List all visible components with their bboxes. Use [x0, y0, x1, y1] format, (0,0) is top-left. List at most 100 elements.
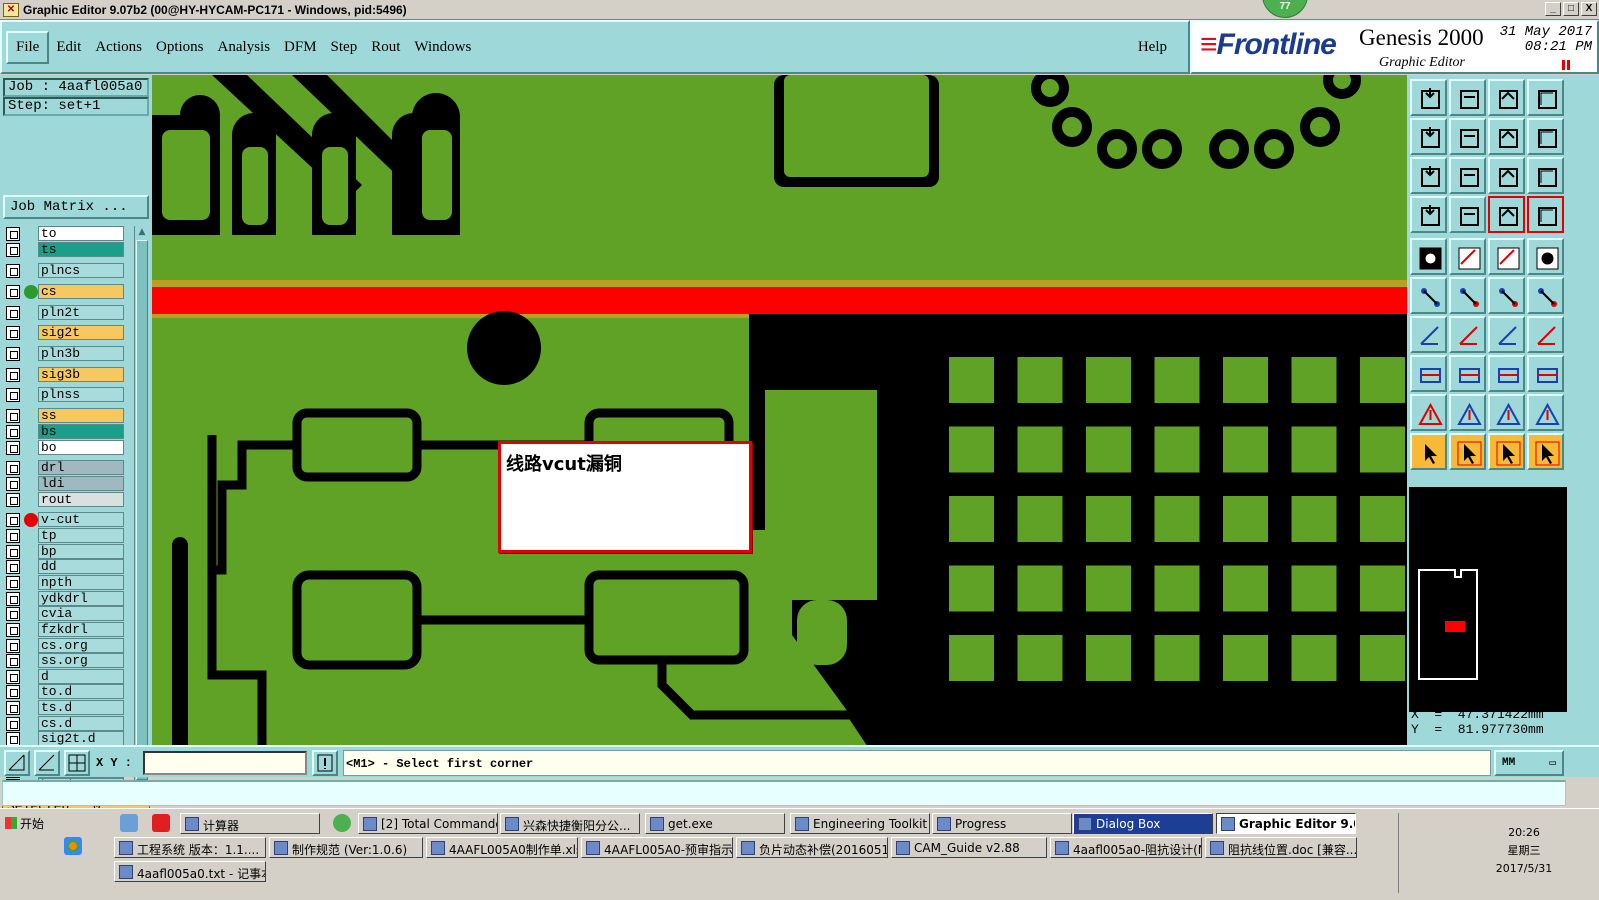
layer-checkbox[interactable] [6, 367, 20, 382]
layer-row-plncs[interactable]: plncs [4, 263, 124, 278]
layer-name[interactable]: drl [38, 460, 124, 475]
menu-step[interactable]: Step [324, 39, 365, 56]
ql-pdf-icon[interactable] [152, 814, 170, 832]
layer-row-bp[interactable]: bp [4, 544, 124, 559]
layer-name[interactable]: bp [38, 544, 124, 559]
layer-name[interactable]: sig3b [38, 367, 124, 382]
layer-row-cs.org[interactable]: cs.org [4, 638, 124, 653]
taskbar-button[interactable]: Graphic Editor 9.07... [1216, 813, 1356, 834]
point2-icon[interactable] [1527, 277, 1564, 314]
point-icon[interactable] [1488, 277, 1525, 314]
select-arrow-icon[interactable] [1410, 433, 1447, 470]
pad-icon[interactable] [1410, 355, 1447, 392]
taskbar-button[interactable]: 4aafl005a0.txt - 记事本 [114, 861, 266, 882]
layer-name[interactable]: d [38, 669, 124, 684]
measure-icon[interactable] [1527, 316, 1564, 353]
menu-file[interactable]: File [6, 30, 50, 64]
taskbar-button[interactable]: 阻抗线位置.doc [兼容... [1205, 837, 1357, 858]
start-button[interactable]: 开始 [2, 812, 58, 834]
probe-icon[interactable] [1449, 196, 1486, 233]
select-drag-icon[interactable] [1527, 433, 1564, 470]
taskbar-button[interactable]: get.exe [645, 813, 785, 834]
layer-row-ldi[interactable]: ldi [4, 476, 124, 491]
taskbar-button[interactable]: 兴森快捷衡阳分公... [500, 813, 640, 834]
layer-name[interactable]: npth [38, 575, 124, 590]
pcb-view[interactable] [152, 75, 1407, 745]
layer-checkbox[interactable] [6, 700, 20, 715]
layer-name[interactable]: dd [38, 559, 124, 574]
taskbar-button[interactable]: 4AAFL005A0-预审指示.... [581, 837, 733, 858]
layer-checkbox[interactable] [6, 346, 20, 361]
layer-name[interactable]: plncs [38, 263, 124, 278]
layer-row-to.d[interactable]: to.d [4, 684, 124, 699]
layer-row-tp[interactable]: tp [4, 528, 124, 543]
layer-row-ts[interactable]: ts [4, 242, 124, 257]
taskbar-button[interactable]: 4AAFL005A0制作单.xls ... [426, 837, 578, 858]
cross-icon[interactable] [1449, 277, 1486, 314]
graphic-canvas[interactable]: 线路vcut漏铜 [152, 75, 1407, 745]
layer-checkbox[interactable] [6, 622, 20, 637]
ql-network-icon[interactable] [120, 814, 138, 832]
layer-checkbox[interactable] [6, 305, 20, 320]
layer-row-bs[interactable]: bs [4, 424, 124, 439]
minimize-button[interactable]: _ [1545, 2, 1561, 16]
layer-checkbox[interactable] [6, 716, 20, 731]
fit-icon[interactable] [1527, 79, 1564, 116]
layer-row-cs[interactable]: cs [4, 284, 124, 299]
arc-icon[interactable] [1488, 316, 1525, 353]
layer-name[interactable]: to.d [38, 684, 124, 699]
layer-checkbox[interactable] [6, 226, 20, 241]
triangle3-icon[interactable] [1488, 394, 1525, 431]
tray-clock[interactable]: 20:26 星期三 2017/5/31 [1494, 826, 1554, 876]
ql-ie-icon[interactable] [333, 814, 351, 832]
layer-name[interactable]: ts.d [38, 700, 124, 715]
menu-actions[interactable]: Actions [88, 39, 149, 56]
layer-checkbox[interactable] [6, 684, 20, 699]
layer-name[interactable]: cs.org [38, 638, 124, 653]
menu-rout[interactable]: Rout [364, 39, 407, 56]
close-button[interactable]: X [1581, 2, 1597, 16]
layer-checkbox[interactable] [6, 242, 20, 257]
layer-row-cvia[interactable]: cvia [4, 606, 124, 621]
triangle2-icon[interactable] [1449, 394, 1486, 431]
layer-checkbox[interactable] [6, 284, 20, 299]
layer-row-rout[interactable]: rout [4, 492, 124, 507]
layer-row-sig2t[interactable]: sig2t [4, 325, 124, 340]
taskbar-button[interactable]: 工程系统 版本：1.1.... [114, 837, 266, 858]
layer-checkbox[interactable] [6, 638, 20, 653]
layer-row-pln3b[interactable]: pln3b [4, 346, 124, 361]
layer-checkbox[interactable] [6, 387, 20, 402]
scroll-up-icon[interactable]: ▲ [136, 226, 148, 238]
dim-icon[interactable] [1488, 355, 1525, 392]
angle-icon[interactable] [1410, 316, 1447, 353]
layer-row-to[interactable]: to [4, 226, 124, 241]
layer-checkbox[interactable] [6, 424, 20, 439]
home-icon[interactable] [1488, 79, 1525, 116]
snap-grid-icon[interactable] [4, 750, 30, 776]
layer-name[interactable]: fzkdrl [38, 622, 124, 637]
layer-checkbox[interactable] [6, 440, 20, 455]
layer-row-sig2t.d[interactable]: sig2t.d [4, 731, 124, 746]
layer-name[interactable]: tp [38, 528, 124, 543]
line-icon[interactable] [1449, 316, 1486, 353]
square-edit-icon[interactable] [1449, 238, 1486, 275]
layer-row-ss.org[interactable]: ss.org [4, 653, 124, 668]
layer-name[interactable]: ss.org [38, 653, 124, 668]
layer-row-npth[interactable]: npth [4, 575, 124, 590]
overview-map[interactable] [1409, 487, 1567, 712]
ratio-icon[interactable] [1488, 157, 1525, 194]
quicklaunch-icon[interactable] [64, 837, 82, 855]
wrench-icon[interactable] [1410, 196, 1447, 233]
layer-scrollbar[interactable]: ▲ ▼ [134, 226, 148, 793]
menu-dfm[interactable]: DFM [277, 39, 324, 56]
annotation-popup[interactable]: 线路vcut漏铜 [498, 441, 752, 553]
minus-icon[interactable] [1449, 355, 1486, 392]
layer-row-ss[interactable]: ss [4, 408, 124, 423]
layer-name[interactable]: bs [38, 424, 124, 439]
layer-checkbox[interactable] [6, 408, 20, 423]
layer-row-plnss[interactable]: plnss [4, 387, 124, 402]
pan-left-icon[interactable] [1410, 118, 1447, 155]
menu-options[interactable]: Options [149, 39, 211, 56]
menu-help[interactable]: Help [1131, 39, 1174, 56]
zoom-home-icon[interactable] [1410, 79, 1447, 116]
